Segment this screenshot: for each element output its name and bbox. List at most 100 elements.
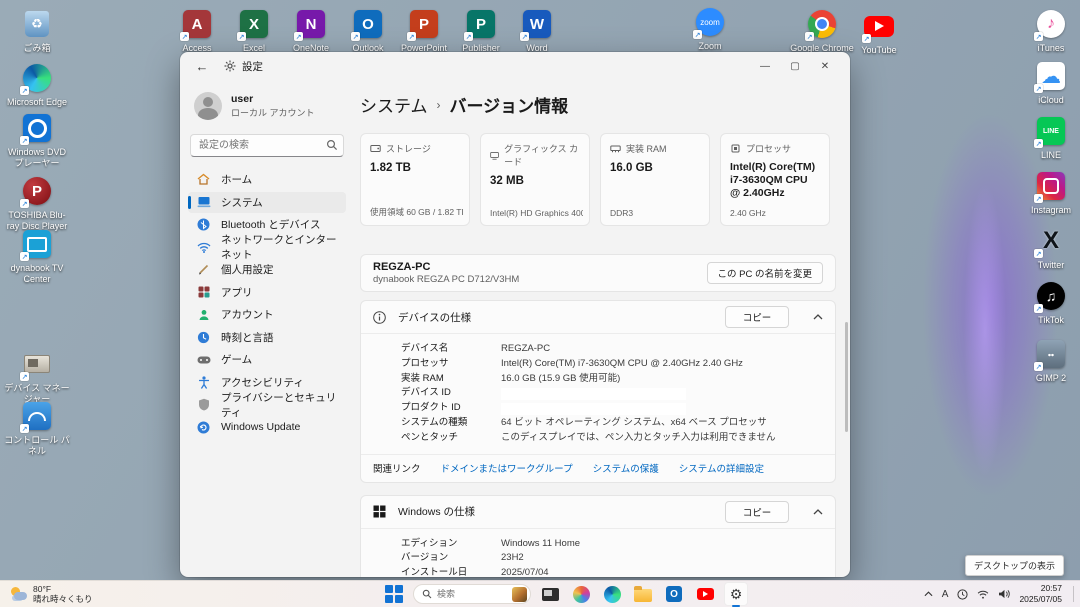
- windows-spec-copy-button[interactable]: コピー: [725, 501, 789, 523]
- home-icon: [196, 172, 211, 187]
- desktop-icon-dvd-player[interactable]: ↗ Windows DVD プレーヤー: [4, 112, 70, 169]
- desktop-icon-youtube[interactable]: ↗ YouTube: [846, 10, 912, 56]
- taskbar-search-input[interactable]: [437, 589, 497, 599]
- outlook-icon: O↗: [352, 8, 384, 40]
- collapse-chevron-icon[interactable]: [813, 314, 823, 320]
- youtube-icon: ↗: [863, 10, 895, 42]
- account-block[interactable]: user ローカル アカウント: [188, 88, 346, 134]
- windows-logo-icon: [373, 505, 386, 518]
- start-button[interactable]: [382, 582, 406, 606]
- link-system-protection[interactable]: システムの保護: [593, 461, 659, 475]
- maximize-button[interactable]: ▢: [780, 55, 810, 77]
- nav-item-privacy[interactable]: プライバシーとセキュリティ: [188, 394, 346, 415]
- clock[interactable]: 20:57 2025/07/05: [1019, 583, 1062, 604]
- breadcrumb-system[interactable]: システム: [360, 92, 428, 117]
- link-domain-workgroup[interactable]: ドメインまたはワークグループ: [441, 461, 573, 475]
- nav-item-accounts[interactable]: アカウント: [188, 304, 346, 325]
- device-spec-copy-button[interactable]: コピー: [725, 306, 789, 328]
- line-icon: LINE↗: [1035, 115, 1067, 147]
- weather-icon: [10, 587, 28, 601]
- excel-icon: X↗: [238, 8, 270, 40]
- system-icon: [196, 195, 211, 210]
- tray-time: 20:57: [1019, 583, 1062, 594]
- page-title: バージョン情報: [450, 92, 569, 117]
- tray-date: 2025/07/05: [1019, 594, 1062, 605]
- taskbar-search[interactable]: [413, 584, 531, 604]
- outlook-icon[interactable]: O: [662, 582, 686, 606]
- publisher-icon: P↗: [465, 8, 497, 40]
- processor-card: プロセッサ Intel(R) Core(TM) i7-3630QM CPU @ …: [720, 133, 830, 226]
- gpu-icon: [490, 150, 499, 161]
- edge-icon[interactable]: [600, 582, 624, 606]
- recycle-bin-icon: ♻: [21, 8, 53, 40]
- device-spec-body: デバイス名REGZA-PC プロセッサIntel(R) Core(TM) i7-…: [361, 333, 835, 454]
- desktop-icon-tiktok[interactable]: ♫↗ TikTok: [1018, 280, 1080, 326]
- nav-item-gaming[interactable]: ゲーム: [188, 349, 346, 370]
- scrollbar-thumb[interactable]: [845, 322, 848, 432]
- access-icon: A↗: [181, 8, 213, 40]
- system-tray: A 20:57 2025/07/05: [924, 581, 1074, 607]
- desktop-icon-dynabook-tv[interactable]: ↗ dynabook TV Center: [4, 228, 70, 285]
- windows-spec-header[interactable]: Windows の仕様 コピー: [361, 496, 835, 528]
- back-button[interactable]: ←: [190, 56, 214, 76]
- desktop-icon-itunes[interactable]: ♪↗ iTunes: [1018, 8, 1080, 54]
- cpu-icon: [730, 143, 741, 154]
- nav-item-network[interactable]: ネットワークとインターネット: [188, 237, 346, 258]
- rename-pc-button[interactable]: この PC の名前を変更: [707, 262, 823, 284]
- desktop-icon-toshiba-bluray[interactable]: P↗ TOSHIBA Blu-ray Disc Player: [4, 175, 70, 232]
- desktop-icon-device-manager[interactable]: ↗ デバイス マネージャー: [4, 348, 70, 405]
- desktop-icon-line[interactable]: LINE↗ LINE: [1018, 115, 1080, 161]
- gamepad-icon: [196, 352, 211, 367]
- gimp-icon: 🞄🞄↗: [1035, 338, 1067, 370]
- close-button[interactable]: ✕: [810, 55, 840, 77]
- pc-model: dynabook REGZA PC D712/V3HM: [373, 274, 519, 285]
- settings-taskbar-icon[interactable]: ⚙: [724, 582, 748, 606]
- twitter-x-icon: X↗: [1035, 225, 1067, 257]
- account-name: user: [231, 93, 315, 105]
- control-panel-icon: ↗: [21, 400, 53, 432]
- pc-name: REGZA-PC: [373, 261, 519, 273]
- taskbar-app-icon[interactable]: [538, 582, 562, 606]
- nav-item-home[interactable]: ホーム: [188, 169, 346, 190]
- desktop-icon-icloud[interactable]: ☁↗ iCloud: [1018, 60, 1080, 106]
- settings-search-input[interactable]: [190, 134, 344, 157]
- windows-spec-body: エディションWindows 11 Home バージョン23H2 インストール日2…: [361, 528, 835, 577]
- nav-item-windows-update[interactable]: Windows Update: [188, 417, 346, 438]
- nav-item-personalization[interactable]: 個人用設定: [188, 259, 346, 280]
- spec-cards: ストレージ 1.82 TB 使用領域 60 GB / 1.82 TB グラフィッ…: [360, 133, 836, 226]
- device-spec-header[interactable]: デバイスの仕様 コピー: [361, 301, 835, 333]
- wifi-icon[interactable]: [977, 590, 989, 599]
- tray-chevron-icon[interactable]: [924, 591, 933, 597]
- copilot-icon[interactable]: [569, 582, 593, 606]
- pc-name-banner: REGZA-PC dynabook REGZA PC D712/V3HM この …: [360, 254, 836, 292]
- tray-clock-icon[interactable]: [957, 589, 968, 600]
- desktop-icon-control-panel[interactable]: ↗ コントロール パネル: [4, 400, 70, 457]
- powerpoint-icon: P↗: [408, 8, 440, 40]
- desktop-icon-edge[interactable]: ↗ Microsoft Edge: [4, 62, 70, 108]
- desktop-icon-word[interactable]: W↗ Word: [504, 8, 570, 54]
- volume-icon[interactable]: [998, 589, 1010, 599]
- desktop-icon-recycle-bin[interactable]: ♻ ごみ箱: [4, 8, 70, 54]
- ime-indicator[interactable]: A: [942, 589, 949, 600]
- show-desktop-button[interactable]: [1073, 586, 1074, 602]
- collapse-chevron-icon[interactable]: [813, 509, 823, 515]
- file-explorer-icon[interactable]: [631, 582, 655, 606]
- link-advanced-system-settings[interactable]: システムの詳細設定: [679, 461, 764, 475]
- nav-item-apps[interactable]: アプリ: [188, 282, 346, 303]
- weather-widget[interactable]: 80°F 晴れ時々くもり: [0, 584, 150, 604]
- wallpaper-bloom-core: [955, 120, 1015, 540]
- info-icon: [373, 311, 386, 324]
- show-desktop-tooltip: デスクトップの表示: [965, 555, 1064, 576]
- desktop-icon-gimp[interactable]: 🞄🞄↗ GIMP 2: [1018, 338, 1080, 384]
- desktop-icon-instagram[interactable]: ↗ Instagram: [1018, 170, 1080, 216]
- device-spec-section: デバイスの仕様 コピー デバイス名REGZA-PC プロセッサIntel(R) …: [360, 300, 836, 483]
- desktop-icon-twitter-x[interactable]: X↗ Twitter: [1018, 225, 1080, 271]
- minimize-button[interactable]: —: [750, 55, 780, 77]
- youtube-icon[interactable]: [693, 582, 717, 606]
- nav-item-time-language[interactable]: 時刻と言語: [188, 327, 346, 348]
- redacted-product-id: [501, 403, 686, 415]
- nav-item-system[interactable]: システム: [188, 192, 346, 213]
- taskbar: 80°F 晴れ時々くもり O ⚙ A 20:57 2025/07/05: [0, 580, 1080, 607]
- breadcrumb: システム › バージョン情報: [360, 92, 836, 117]
- dvd-player-icon: ↗: [21, 112, 53, 144]
